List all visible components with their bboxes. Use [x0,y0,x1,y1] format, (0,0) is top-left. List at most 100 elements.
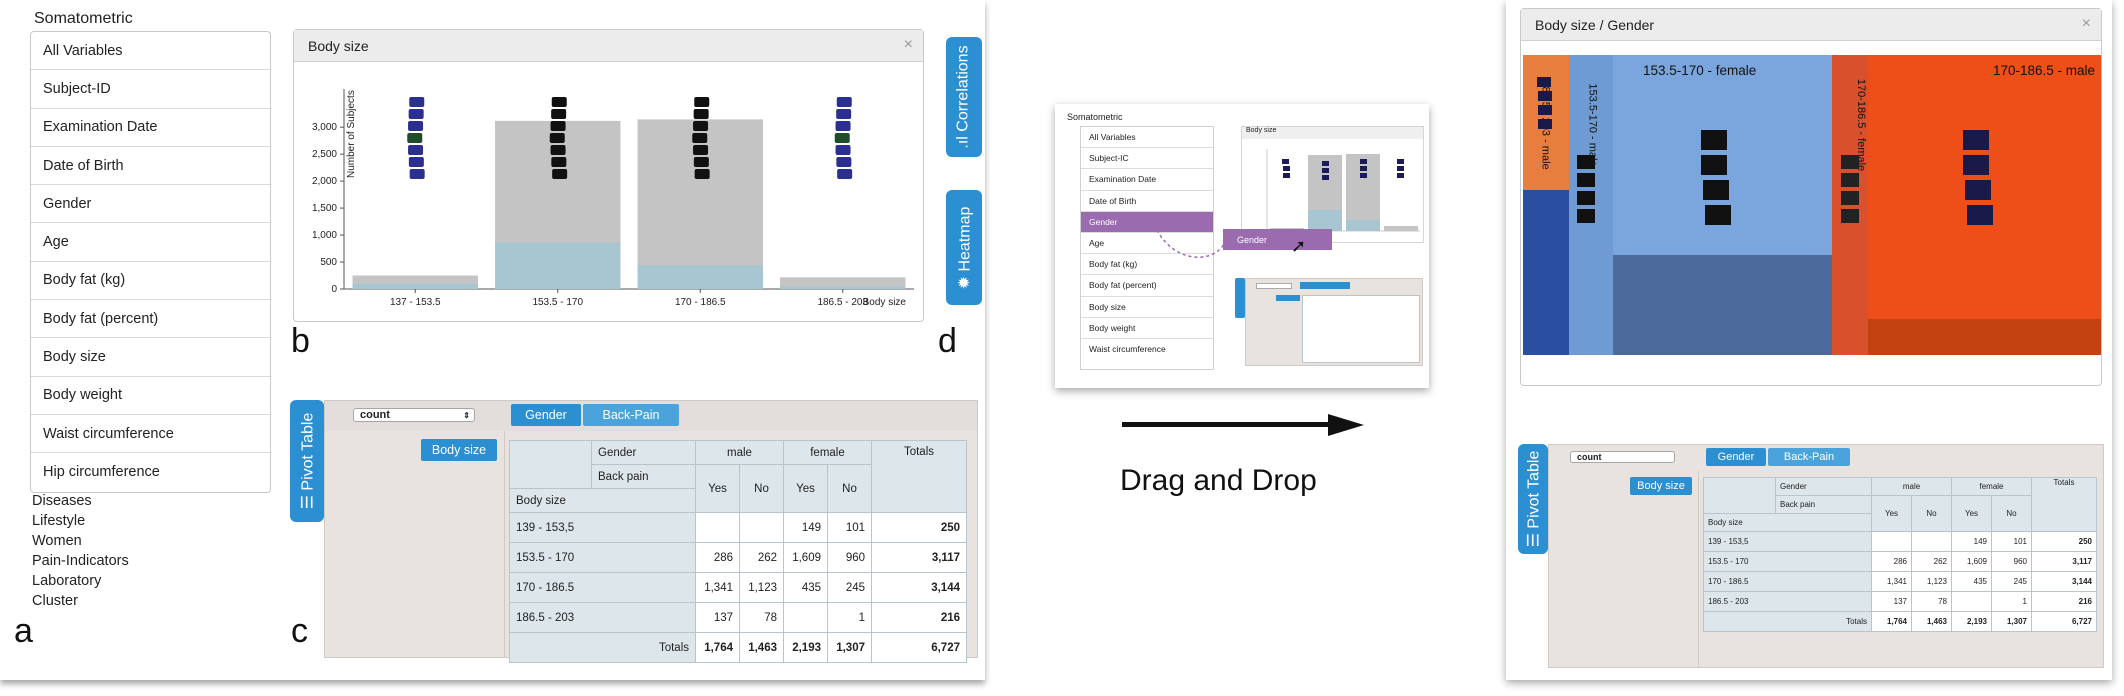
cell: 1,123 [739,572,784,603]
drag-path [1156,229,1226,258]
close-icon[interactable]: × [904,36,913,54]
label-a: a [14,612,33,650]
category-lifestyle[interactable]: Lifestyle [32,511,129,531]
row-total: 216 [2031,591,2097,612]
header-male-yes: Yes [695,464,740,513]
body-size-chart-panel: Body size × 0 500 1,000 1,500 2,000 2,500 3,00… [293,29,924,322]
cell: 101 [827,512,872,543]
category-diseases[interactable]: Diseases [32,491,129,511]
category-cluster[interactable]: Cluster [32,591,129,611]
var-examination-date[interactable]: Examination Date [31,109,270,147]
label-d: d [938,322,957,360]
var-subject-id[interactable]: Subject-ID [31,70,270,109]
vertebra-icon [549,133,565,143]
vertebra-icon [693,145,709,155]
row-label: 139 - 153,5 [1703,531,1872,552]
mini-var: Body weight [1081,318,1213,339]
cell: 262 [1911,551,1952,572]
header-male: male [1871,477,1952,496]
var-body-fat-percent[interactable]: Body fat (percent) [31,300,270,339]
col-total: 2,193 [1951,611,1992,632]
vertebra-icon [836,97,852,107]
vertebra-icon [409,169,425,179]
cell [1871,531,1912,552]
column-var-back-pain-right[interactable]: Back-Pain [1768,448,1850,466]
category-laboratory[interactable]: Laboratory [32,571,129,591]
x-tick-label: 186.5 - 203 [817,297,868,308]
vertebra-icon [836,109,852,119]
correlations-tab[interactable]: .ıl Correlations [946,37,982,157]
x-axis-label: Body size [863,297,907,308]
cell: 1,609 [783,542,828,573]
category-women[interactable]: Women [32,531,129,551]
col-total: 1,463 [739,632,784,663]
row-var-body-size[interactable]: Body size [421,439,497,461]
var-date-of-birth[interactable]: Date of Birth [31,147,270,186]
heatmap-tab[interactable]: ✹ Heatmap [946,190,982,305]
sidebar-title: Somatometric [34,10,133,27]
cell: 149 [783,512,828,543]
var-body-size[interactable]: Body size [31,338,270,377]
aggregation-select-right[interactable]: count [1570,451,1675,463]
var-hip-circumference[interactable]: Hip circumference [31,453,270,491]
cell: 262 [739,542,784,573]
var-age[interactable]: Age [31,223,270,262]
mosaic-spine-icons [1537,77,1993,225]
header-female: female [783,440,872,465]
var-all-variables[interactable]: All Variables [31,32,270,71]
pivot-left-pane-right [1549,471,1699,667]
row-total: 3,117 [2031,551,2097,572]
bar-highlight [637,265,763,289]
column-var-gender[interactable]: Gender [511,404,581,426]
pivot-table-tab-right[interactable]: ☰ Pivot Table [1518,444,1548,554]
cell: 960 [827,542,872,573]
vertebra-icon [550,145,566,155]
vertebra-icon [834,133,850,143]
header-male: male [695,440,784,465]
variable-list: All Variables Subject-ID Examination Dat… [30,31,271,493]
cell: 1,341 [1871,571,1912,592]
mini-spine-icons [1282,159,1404,180]
x-tick-label: 137 - 153.5 [390,297,441,308]
vertebra-icon [409,97,425,107]
vertebra-icon [694,97,710,107]
pivot-table-right: Gender male female Totals Back pain Yes … [1703,477,2097,632]
var-body-weight[interactable]: Body weight [31,377,270,415]
var-waist-circumference[interactable]: Waist circumference [31,415,270,454]
aggregation-select[interactable]: count ⇕ [353,408,475,422]
cell: 1,609 [1951,551,1992,572]
column-var-back-pain[interactable]: Back-Pain [583,404,679,426]
drag-arrow-icon [1122,414,1367,436]
close-icon[interactable]: × [2082,15,2091,33]
header-female-no: No [827,464,872,513]
row-total: 3,144 [2031,571,2097,592]
x-tick-label: 170 - 186.5 [675,297,726,308]
mini-bar [1384,226,1418,231]
row-total: 3,144 [871,572,967,603]
mini-screenshot: Somatometric All Variables Subject-IC Ex… [1055,104,1429,388]
row-var-body-size-right[interactable]: Body size [1630,477,1692,495]
y-axis-label: Number of Subjects [346,90,357,178]
vertebra-icon [551,109,567,119]
pivot-left-pane [325,431,505,657]
cell: 78 [1911,591,1952,612]
var-body-fat-kg[interactable]: Body fat (kg) [31,262,270,301]
vertebra-icon [551,157,567,167]
row-label: 139 - 153,5 [509,512,696,543]
pivot-table-tab[interactable]: ☰ Pivot Table [290,400,324,522]
cell: 149 [1951,531,1992,552]
mini-var: Examination Date [1081,169,1213,191]
y-tick-label: 500 [320,257,337,268]
bar-highlight [352,283,478,289]
vertebra-icon [408,157,424,167]
y-tick-label: 3,000 [312,122,337,133]
column-var-gender-right[interactable]: Gender [1706,448,1766,466]
row-total: 3,117 [871,542,967,573]
y-tick-label: 2,000 [312,176,337,187]
vertebra-icon [407,133,423,143]
category-pain-indicators[interactable]: Pain-Indicators [32,551,129,571]
var-gender[interactable]: Gender [31,185,270,224]
row-label: 153.5 - 170 [509,542,696,573]
cell: 286 [1871,551,1912,572]
cell: 101 [1991,531,2032,552]
